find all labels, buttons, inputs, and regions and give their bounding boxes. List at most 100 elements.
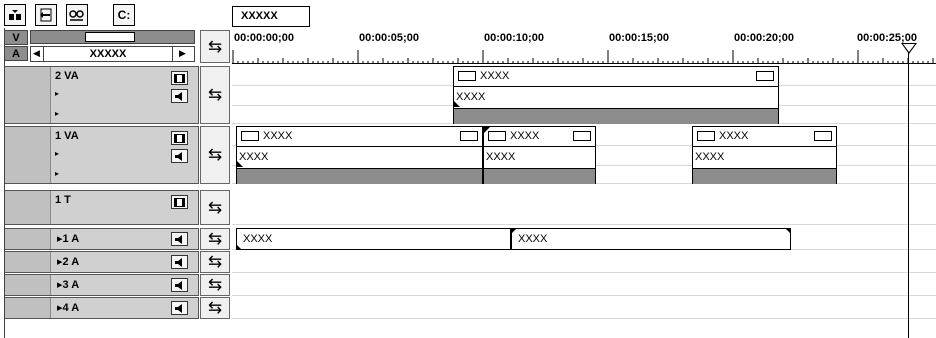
clip-audio-label: XXXX [486, 151, 516, 163]
clip-thumbnail [697, 131, 715, 141]
timeline-ruler[interactable]: 00:00:00;00 00:00:05;00 00:00:10;00 00:0… [232, 28, 936, 64]
clip-mode-button[interactable]: C: [113, 4, 135, 26]
clip-audio-label: XXXX [695, 151, 725, 163]
clip-header: XXXX [693, 127, 836, 147]
sync-icon: ⇆ [207, 229, 223, 248]
track-sync-button[interactable]: ⇆ [200, 126, 230, 184]
clip-thumbnail [241, 131, 259, 141]
track-sync-button[interactable]: ⇆ [200, 251, 230, 273]
clip-header: XXXX [454, 67, 778, 87]
track-patch[interactable] [5, 252, 51, 272]
clip-end-thumbnail [814, 131, 832, 141]
film-icon[interactable] [171, 71, 188, 85]
expand-icon[interactable]: ▸ [55, 149, 59, 158]
track-lane [232, 251, 936, 273]
audio-clip-label: XXXX [243, 233, 273, 245]
track-lane [232, 190, 936, 225]
video-patch-bar[interactable] [30, 30, 195, 44]
clip-title: XXXX [719, 130, 749, 142]
speaker-icon[interactable] [171, 255, 188, 269]
sync-icon: ⇆ [207, 85, 223, 104]
link-icon [69, 10, 84, 21]
speaker-icon[interactable] [171, 89, 188, 103]
video-clip[interactable]: XXXX XXXX [453, 66, 779, 124]
speaker-icon[interactable] [171, 301, 188, 315]
audio-patch-label[interactable]: A [4, 46, 28, 61]
track-name: 1 VA [55, 130, 79, 142]
speaker-icon[interactable] [171, 149, 188, 163]
track-sync-button[interactable]: ⇆ [200, 228, 230, 250]
selector-left-arrow[interactable]: ◀ [33, 48, 40, 59]
track-name: ▸3 A [57, 279, 80, 291]
track-patch[interactable] [5, 127, 51, 183]
timecode-label: 00:00:15;00 [609, 32, 669, 44]
track-sync-button[interactable]: ⇆ [200, 274, 230, 296]
clip-thumbnail [458, 71, 476, 81]
link-button[interactable] [66, 4, 88, 26]
track-patch[interactable] [5, 67, 51, 123]
clip-waveform-bar [693, 168, 836, 184]
video-patch-label[interactable]: V [4, 30, 28, 45]
selector-right-arrow[interactable]: ▶ [179, 48, 186, 59]
clip-header: XXXX [237, 127, 482, 147]
clip-marker-icon [511, 228, 517, 234]
track-name: 1 T [55, 194, 71, 206]
film-icon[interactable] [171, 195, 188, 209]
timeline-footer [0, 320, 936, 338]
video-clip[interactable]: XXXX XXXX [692, 126, 837, 184]
clip-title: XXXX [480, 70, 510, 82]
video-clip[interactable]: XXXX XXXX [483, 126, 596, 184]
timecode-label: 00:00:00;00 [234, 32, 294, 44]
audio-patch-selector[interactable]: ◀ XXXXX ▶ [30, 46, 195, 62]
sync-icon: ⇆ [207, 36, 223, 56]
track-lane [232, 297, 936, 319]
timeline-cursor[interactable] [908, 44, 909, 338]
audio-clip[interactable]: XXXX [236, 228, 511, 250]
speaker-icon[interactable] [171, 278, 188, 292]
track-name: ▸1 A [57, 233, 80, 245]
track-settings-button[interactable] [4, 4, 26, 26]
track-header-1t[interactable]: 1 T [4, 190, 199, 225]
track-name: ▸4 A [57, 302, 80, 314]
sequence-tab[interactable]: XXXXX [232, 6, 310, 27]
track-sync-button[interactable]: ⇆ [200, 297, 230, 319]
clip-waveform-bar [237, 168, 482, 184]
ruler-ticks [232, 50, 934, 64]
expand-icon[interactable]: ▸ [55, 89, 59, 98]
clip-marker-icon [454, 101, 460, 107]
track-sync-button[interactable]: ⇆ [200, 66, 230, 124]
clip-waveform-bar [454, 108, 778, 124]
track-header-1a[interactable]: ▸1 A [4, 228, 199, 250]
track-patch[interactable] [5, 298, 51, 318]
expand-icon[interactable]: ▸ [55, 169, 59, 178]
expand-icon[interactable]: ▸ [55, 109, 59, 118]
track-header-2va[interactable]: 2 VA ▸ ▸ [4, 66, 199, 124]
film-icon[interactable] [171, 131, 188, 145]
clip-marker-icon [237, 161, 243, 167]
sync-icon: ⇆ [207, 252, 223, 271]
track-name: ▸2 A [57, 256, 80, 268]
speaker-icon[interactable] [171, 232, 188, 246]
clip-end-thumbnail [573, 131, 591, 141]
clip-title: XXXX [510, 130, 540, 142]
track-patch[interactable] [5, 229, 51, 249]
sync-icon: ⇆ [207, 145, 223, 164]
track-header-3a[interactable]: ▸3 A [4, 274, 199, 296]
track-patch[interactable] [5, 275, 51, 295]
track-header-4a[interactable]: ▸4 A [4, 297, 199, 319]
track-header-1va[interactable]: 1 VA ▸ ▸ [4, 126, 199, 184]
clip-thumbnail [488, 131, 506, 141]
track-patch[interactable] [5, 191, 51, 224]
sync-icon: ⇆ [207, 298, 223, 317]
clip-audio-label: XXXX [456, 91, 486, 103]
sync-icon: ⇆ [207, 197, 223, 217]
clip-marker-icon [785, 228, 791, 234]
track-settings-icon [9, 10, 21, 20]
audio-clip[interactable]: XXXX [511, 228, 791, 250]
patch-sync-button[interactable]: ⇆ [200, 30, 230, 63]
video-clip[interactable]: XXXX XXXX [236, 126, 483, 184]
track-sync-button[interactable]: ⇆ [200, 190, 230, 225]
audio-patch-value: XXXXX [43, 47, 173, 61]
track-header-2a[interactable]: ▸2 A [4, 251, 199, 273]
add-track-button[interactable] [35, 4, 57, 26]
